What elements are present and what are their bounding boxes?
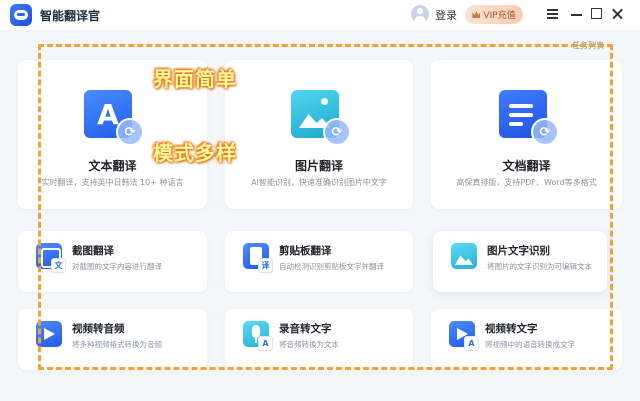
image-ocr-icon [451, 243, 481, 273]
overlay-caption-modes: 模式多样 [153, 141, 237, 165]
app-title: 智能翻译官 [40, 9, 101, 23]
sync-icon: ⟳ [116, 118, 144, 146]
vip-label: VIP充值 [483, 11, 516, 21]
card-title: 录音转文字 [279, 323, 332, 335]
clipboard-icon: 译 [243, 243, 273, 273]
sync-icon: ⟳ [531, 118, 559, 146]
audio-to-text-card[interactable]: A 录音转文字 将音频转换为文本 [225, 309, 413, 370]
login-link[interactable]: 登录 [435, 7, 457, 23]
clipboard-translate-card[interactable]: 译 剪贴板翻译 自动检测识别剪贴板文字并翻译 [225, 231, 413, 292]
card-title: 文档翻译 [502, 159, 551, 173]
card-desc: 将音频转换为文本 [279, 340, 339, 349]
user-avatar-icon[interactable] [411, 5, 429, 23]
vip-recharge-button[interactable]: VIP充值 [465, 5, 523, 24]
screenshot-icon: 文 [36, 243, 66, 273]
sync-icon: ⟳ [323, 118, 351, 146]
video-to-text-icon: A [449, 321, 479, 351]
card-title: 视频转文字 [485, 323, 538, 335]
app-logo-icon [10, 4, 32, 26]
image-ocr-card[interactable]: 图片文字识别 将图片的文字识别为可编辑文本 [433, 231, 607, 292]
card-title: 剪贴板翻译 [279, 245, 332, 257]
title-bar: 智能翻译官 登录 VIP充值 [0, 0, 640, 30]
text-translate-icon: A ⟳ [84, 90, 144, 146]
card-title: 图片翻译 [294, 159, 343, 173]
close-icon[interactable] [610, 6, 626, 22]
crown-icon [472, 11, 481, 18]
video-to-audio-icon [36, 321, 66, 351]
card-desc: 自动检测识别剪贴板文字并翻译 [279, 262, 384, 271]
card-desc: 实时翻译，支持英中日韩法 10+ 种语言 [41, 178, 184, 187]
overlay-caption-simple: 界面简单 [153, 67, 237, 91]
document-translate-icon: ⟳ [499, 90, 559, 146]
image-translate-card[interactable]: ⟳ 图片翻译 AI智能识别，快速准确识别图片中文字 [225, 60, 413, 209]
card-title: 视频转音频 [72, 323, 125, 335]
minimize-icon[interactable] [569, 6, 585, 22]
task-list-link[interactable]: 任务列表 [572, 40, 604, 51]
screenshot-translate-card[interactable]: 文 截图翻译 对截图的文字内容进行翻译 [18, 231, 207, 292]
video-to-text-card[interactable]: A 视频转文字 将视频中的语音转换成文字 [431, 309, 622, 370]
maximize-icon[interactable] [589, 6, 605, 22]
card-desc: 将图片的文字识别为可编辑文本 [487, 262, 592, 271]
card-title: 截图翻译 [72, 245, 114, 257]
card-desc: 高保真排版，支持PDF、Word等多格式 [456, 178, 597, 187]
image-translate-icon: ⟳ [291, 90, 351, 146]
card-title: 图片文字识别 [487, 245, 550, 257]
microphone-icon: A [243, 321, 273, 351]
card-desc: 对截图的文字内容进行翻译 [72, 262, 162, 271]
card-desc: 将视频中的语音转换成文字 [485, 340, 575, 349]
menu-icon[interactable] [545, 6, 561, 22]
document-translate-card[interactable]: ⟳ 文档翻译 高保真排版，支持PDF、Word等多格式 [431, 60, 622, 209]
video-to-audio-card[interactable]: 视频转音频 将多种视频格式转换为音频 [18, 309, 207, 370]
card-desc: 将多种视频格式转换为音频 [72, 340, 162, 349]
card-desc: AI智能识别，快速准确识别图片中文字 [251, 178, 387, 187]
